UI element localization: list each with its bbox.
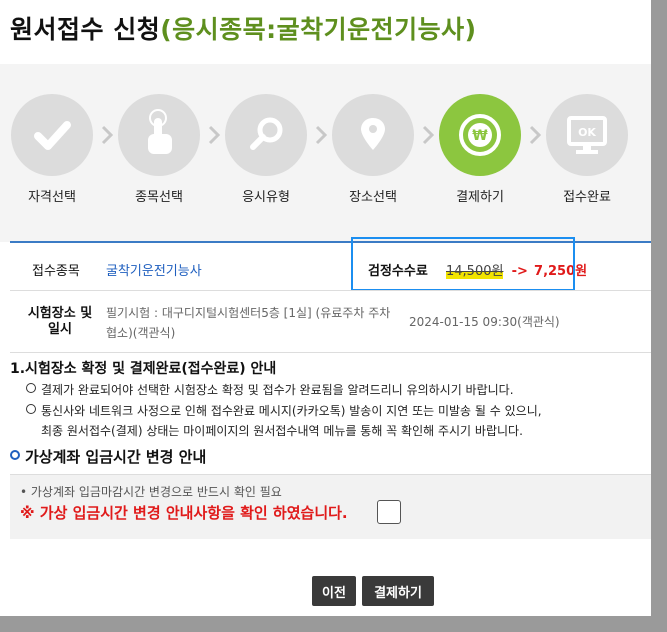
backdrop-right [651, 0, 667, 632]
notice-item-2: 통신사와 네트워크 사정으로 인해 접수완료 메시지(카카오톡) 발송이 지연 … [26, 402, 542, 419]
subject-label: 접수종목 [32, 264, 80, 279]
check-icon [34, 121, 71, 150]
notice-item-1: 결제가 완료되어야 선택한 시험장소 확정 및 접수가 완료됨을 알려드리니 유… [26, 381, 514, 398]
virtual-account-info: • 가상계좌 입금마감시간 변경으로 반드시 확인 필요 [20, 485, 282, 499]
step-complete: OK 접수완료 [545, 94, 629, 205]
step-label: 자격선택 [28, 190, 76, 205]
pay-button[interactable]: 결제하기 [362, 576, 434, 606]
chevron-right-icon [529, 125, 542, 145]
chevron-right-icon [422, 125, 435, 145]
step-circle [11, 94, 93, 176]
hand-pointer-icon [148, 109, 172, 154]
monitor-ok-text: OK [578, 126, 596, 139]
place-label-line1: 시험장소 및 [27, 306, 93, 321]
place-value: 필기시험 : 대구디지털시험센터5층 [1실] (유료주차 주차 협소)(객관식… [106, 303, 390, 343]
notice-item-2-cont: 최종 원서접수(결제) 상태는 마이페이지의 원서접수내역 메뉴를 통해 꼭 확… [41, 424, 523, 438]
step-qualification: 자격선택 [10, 94, 94, 205]
place-value-line2: 협소)(객관식) [106, 326, 176, 340]
virtual-account-title: 가상계좌 입금시간 변경 안내 [10, 446, 206, 467]
page-title: 원서접수 신청(응시종목:굴착기운전기능사) [10, 10, 477, 46]
step-label: 종목선택 [135, 190, 183, 205]
step-location: 장소선택 [331, 94, 415, 205]
row-divider [10, 290, 651, 291]
step-circle [118, 94, 200, 176]
place-label-line2: 일시 [48, 322, 72, 337]
step-label: 장소선택 [349, 190, 397, 205]
map-pin-icon [361, 118, 385, 150]
svg-text:₩: ₩ [472, 128, 488, 144]
chevron-right-icon [101, 125, 114, 145]
confirm-warning-text: ※ 가상 입금시간 변경 안내사항을 확인 하였습니다. [20, 504, 348, 522]
circle-bullet-icon [26, 383, 36, 393]
step-circle [332, 94, 414, 176]
chevron-right-icon [208, 125, 221, 145]
step-label: 응시유형 [242, 190, 290, 205]
circle-bullet-icon [26, 404, 36, 414]
subject-value: 굴착기운전기능사 [106, 264, 202, 279]
row-divider [10, 352, 651, 353]
monitor-ok-icon: OK [567, 116, 607, 154]
application-modal: 원서접수 신청(응시종목:굴착기운전기능사) 자격선택 종목선택 응시유형 장소… [0, 0, 651, 616]
step-circle: OK [546, 94, 628, 176]
prev-button[interactable]: 이전 [312, 576, 356, 606]
won-coin-icon: ₩ [459, 114, 501, 156]
step-label: 접수완료 [563, 190, 611, 205]
step-subject: 종목선택 [117, 94, 201, 205]
backdrop-bottom [0, 616, 667, 632]
confirm-checkbox[interactable] [377, 500, 401, 524]
fee-highlight-box [351, 237, 575, 291]
step-circle-active: ₩ [439, 94, 521, 176]
ring-bullet-icon [10, 450, 20, 460]
page-title-subject: (응시종목:굴착기운전기능사) [160, 15, 477, 44]
page-title-main: 원서접수 신청 [10, 15, 161, 44]
notice-title: 1.시험장소 확정 및 결제완료(접수완료) 안내 [10, 361, 277, 377]
step-payment: ₩ 결제하기 [438, 94, 522, 205]
chevron-right-icon [315, 125, 328, 145]
step-circle [225, 94, 307, 176]
step-exam-type: 응시유형 [224, 94, 308, 205]
place-value-line1: 필기시험 : 대구디지털시험센터5층 [1실] (유료주차 주차 [106, 306, 391, 320]
exam-datetime: 2024-01-15 09:30(객관식) [409, 315, 560, 329]
place-label: 시험장소 및 일시 [26, 306, 94, 338]
magnifier-icon [250, 117, 283, 150]
step-label: 결제하기 [456, 190, 504, 205]
